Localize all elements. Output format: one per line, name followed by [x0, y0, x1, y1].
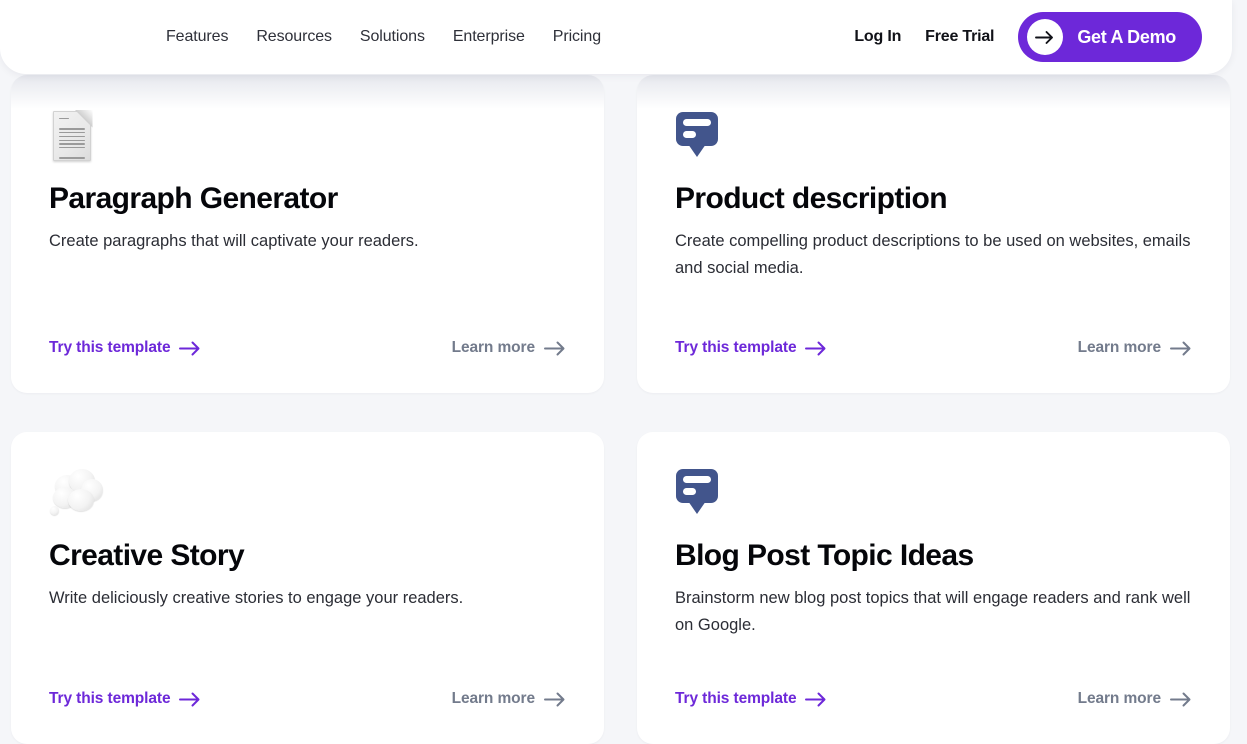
card-description: Create compelling product descriptions t… [675, 228, 1192, 281]
arrow-right-icon [179, 341, 201, 356]
card-links: Try this template Learn more [49, 690, 566, 708]
card-description: Create paragraphs that will captivate yo… [49, 228, 566, 255]
try-this-template-link[interactable]: Try this template [49, 690, 201, 708]
learn-more-label: Learn more [452, 690, 535, 708]
learn-more-label: Learn more [1078, 690, 1161, 708]
learn-more-link[interactable]: Learn more [452, 339, 566, 357]
arrow-right-icon [805, 341, 827, 356]
get-a-demo-button[interactable]: Get A Demo [1018, 12, 1202, 62]
arrow-right-icon [1170, 692, 1192, 707]
try-this-template-label: Try this template [675, 339, 796, 357]
card-icon-wrapper [675, 108, 1192, 164]
arrow-right-icon [1034, 30, 1056, 45]
card-title: Blog Post Topic Ideas [675, 539, 1192, 572]
get-a-demo-label: Get A Demo [1077, 27, 1176, 48]
speech-bubble-icon [675, 465, 733, 521]
nav-link-solutions[interactable]: Solutions [360, 28, 425, 46]
learn-more-link[interactable]: Learn more [1078, 339, 1192, 357]
try-this-template-label: Try this template [675, 690, 796, 708]
try-this-template-link[interactable]: Try this template [49, 339, 201, 357]
arrow-right-icon [544, 692, 566, 707]
card-icon-wrapper [49, 108, 566, 164]
log-in-link[interactable]: Log In [854, 28, 901, 46]
learn-more-label: Learn more [452, 339, 535, 357]
nav-link-features[interactable]: Features [166, 28, 228, 46]
try-this-template-link[interactable]: Try this template [675, 339, 827, 357]
template-card-product-description[interactable]: Product description Create compelling pr… [637, 75, 1230, 393]
arrow-right-icon [1170, 341, 1192, 356]
try-this-template-label: Try this template [49, 690, 170, 708]
template-card-grid: Paragraph Generator Create paragraphs th… [11, 75, 1236, 744]
nav-link-resources[interactable]: Resources [256, 28, 332, 46]
card-title: Product description [675, 182, 1192, 215]
learn-more-link[interactable]: Learn more [1078, 690, 1192, 708]
document-icon [49, 108, 95, 164]
arrow-right-icon [179, 692, 201, 707]
card-description: Write deliciously creative stories to en… [49, 585, 566, 612]
card-title: Paragraph Generator [49, 182, 566, 215]
nav-links: Features Resources Solutions Enterprise … [166, 28, 601, 46]
try-this-template-link[interactable]: Try this template [675, 690, 827, 708]
card-icon-wrapper [49, 465, 566, 521]
free-trial-link[interactable]: Free Trial [925, 28, 994, 46]
template-card-creative-story[interactable]: Creative Story Write deliciously creativ… [11, 432, 604, 744]
arrow-right-icon [544, 341, 566, 356]
speech-bubble-icon [675, 108, 733, 164]
nav-link-pricing[interactable]: Pricing [553, 28, 601, 46]
learn-more-link[interactable]: Learn more [452, 690, 566, 708]
learn-more-label: Learn more [1078, 339, 1161, 357]
thought-balloon-icon [49, 465, 107, 521]
card-links: Try this template Learn more [675, 339, 1192, 357]
nav-link-enterprise[interactable]: Enterprise [453, 28, 525, 46]
top-navigation-bar: Features Resources Solutions Enterprise … [0, 0, 1232, 74]
card-links: Try this template Learn more [675, 690, 1192, 708]
card-description: Brainstorm new blog post topics that wil… [675, 585, 1192, 638]
template-card-blog-post-topic-ideas[interactable]: Blog Post Topic Ideas Brainstorm new blo… [637, 432, 1230, 744]
card-icon-wrapper [675, 465, 1192, 521]
try-this-template-label: Try this template [49, 339, 170, 357]
card-title: Creative Story [49, 539, 566, 572]
template-card-paragraph-generator[interactable]: Paragraph Generator Create paragraphs th… [11, 75, 604, 393]
nav-right-actions: Log In Free Trial Get A Demo [854, 12, 1202, 62]
arrow-circle [1027, 19, 1063, 55]
card-links: Try this template Learn more [49, 339, 566, 357]
arrow-right-icon [805, 692, 827, 707]
